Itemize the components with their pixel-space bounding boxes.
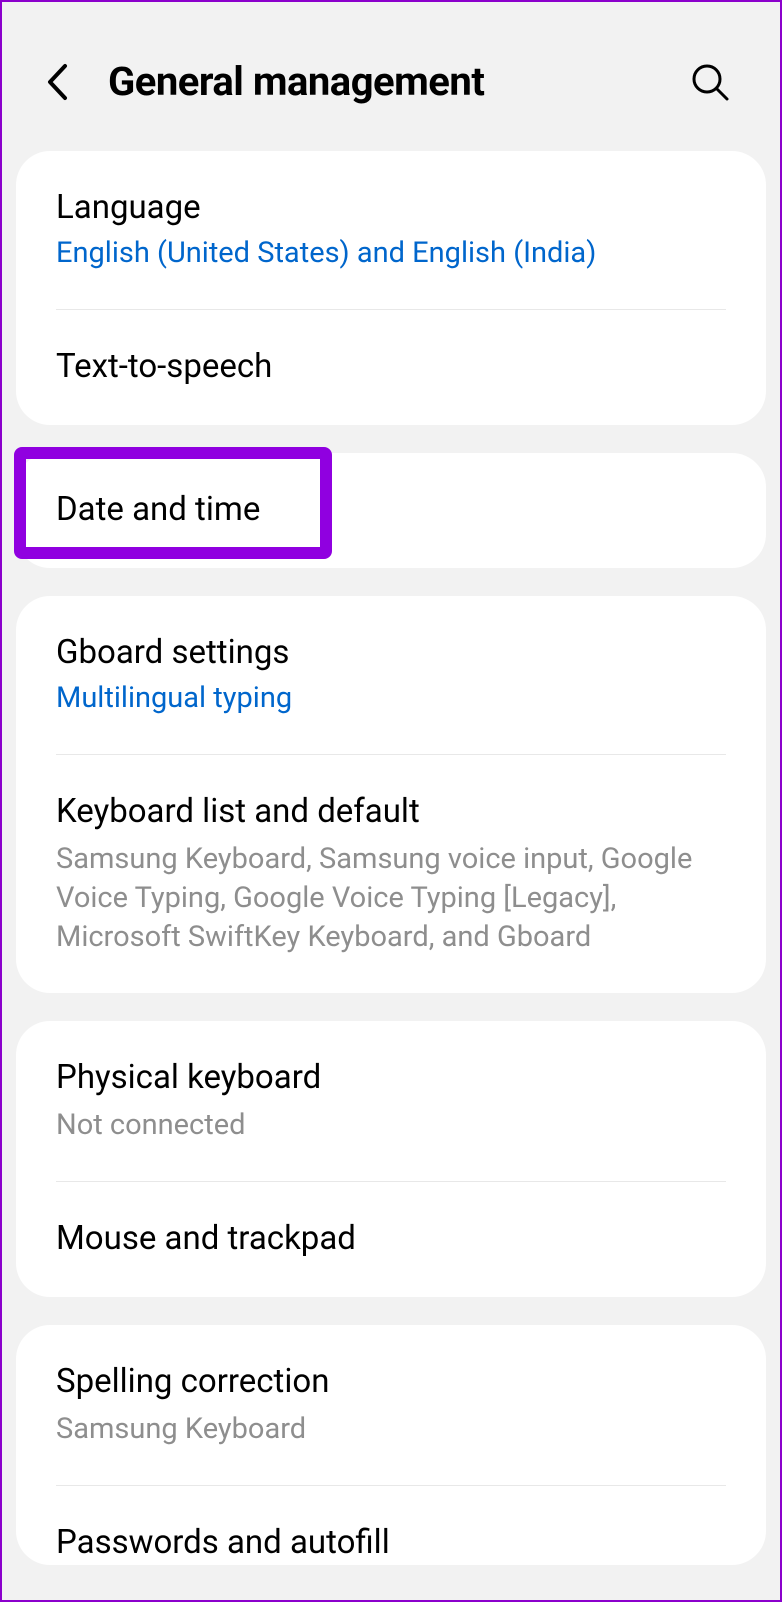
item-title: Language xyxy=(56,187,726,230)
item-subtitle: Samsung Keyboard xyxy=(56,1410,726,1449)
settings-group: Gboard settings Multilingual typing Keyb… xyxy=(16,596,766,993)
physical-keyboard-item[interactable]: Physical keyboard Not connected xyxy=(16,1021,766,1181)
language-item[interactable]: Language English (United States) and Eng… xyxy=(16,151,766,309)
search-button[interactable] xyxy=(688,60,732,104)
text-to-speech-item[interactable]: Text-to-speech xyxy=(16,310,766,425)
item-subtitle: Samsung Keyboard, Samsung voice input, G… xyxy=(56,840,726,957)
item-title: Mouse and trackpad xyxy=(56,1218,726,1261)
passwords-autofill-item[interactable]: Passwords and autofill xyxy=(16,1486,766,1565)
item-title: Physical keyboard xyxy=(56,1057,726,1100)
item-title: Spelling correction xyxy=(56,1361,726,1404)
settings-group: Date and time xyxy=(16,453,766,568)
item-title: Passwords and autofill xyxy=(56,1522,726,1565)
item-title: Gboard settings xyxy=(56,632,726,675)
item-subtitle: Multilingual typing xyxy=(56,679,726,718)
page-title: General management xyxy=(108,58,688,105)
keyboard-list-item[interactable]: Keyboard list and default Samsung Keyboa… xyxy=(16,755,766,993)
item-subtitle: English (United States) and English (Ind… xyxy=(56,234,726,273)
settings-group: Language English (United States) and Eng… xyxy=(16,151,766,425)
item-subtitle: Not connected xyxy=(56,1106,726,1145)
date-and-time-item[interactable]: Date and time xyxy=(16,453,766,568)
item-title: Text-to-speech xyxy=(56,346,726,389)
spelling-correction-item[interactable]: Spelling correction Samsung Keyboard xyxy=(16,1325,766,1485)
settings-group: Physical keyboard Not connected Mouse an… xyxy=(16,1021,766,1297)
item-title: Keyboard list and default xyxy=(56,791,726,834)
back-button[interactable] xyxy=(42,62,72,102)
item-title: Date and time xyxy=(56,489,726,532)
settings-group: Spelling correction Samsung Keyboard Pas… xyxy=(16,1325,766,1565)
chevron-left-icon xyxy=(46,63,68,101)
mouse-trackpad-item[interactable]: Mouse and trackpad xyxy=(16,1182,766,1297)
search-icon xyxy=(690,62,730,102)
header: General management xyxy=(2,2,780,151)
gboard-settings-item[interactable]: Gboard settings Multilingual typing xyxy=(16,596,766,754)
